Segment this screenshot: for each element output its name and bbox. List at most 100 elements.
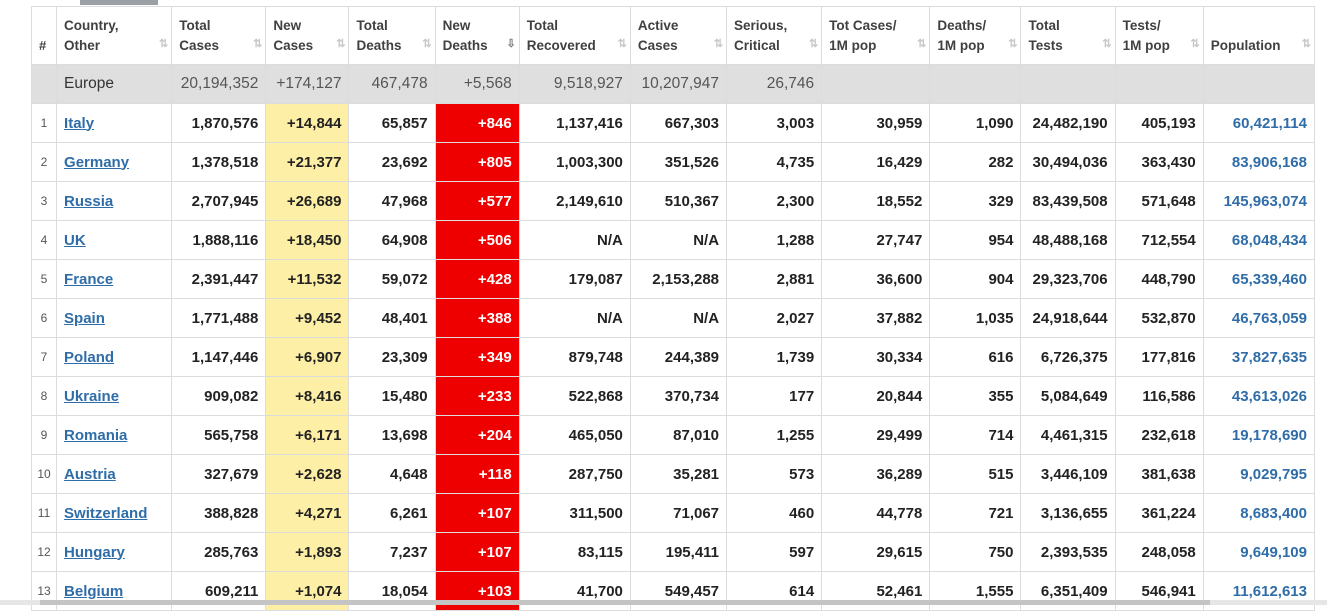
- population-cell[interactable]: 9,029,795: [1202, 454, 1316, 494]
- table-row: 12 Hungary 285,763 +1,893 7,237 +107 83,115 195…: [30, 532, 1316, 572]
- col-country-header[interactable]: Country, Other ⇅: [56, 6, 173, 65]
- cases-per-m-cell: 16,429: [821, 142, 931, 182]
- new-cases-cell: +11,532: [265, 259, 350, 299]
- col-population-header[interactable]: Population ⇅: [1202, 6, 1316, 65]
- active-cell: 2,153,288: [629, 259, 728, 299]
- sort-icon[interactable]: ⇅: [809, 34, 818, 54]
- table-row: 9 Romania 565,758 +6,171 13,698 +204 465,050 87…: [30, 415, 1316, 455]
- sort-icon[interactable]: ⇅: [1008, 34, 1017, 54]
- population-cell[interactable]: 43,613,026: [1202, 376, 1316, 416]
- country-cell: Hungary: [56, 532, 173, 572]
- population-cell[interactable]: 65,339,460: [1202, 259, 1316, 299]
- row-number: 2: [30, 142, 58, 182]
- deaths-per-m-cell: 714: [929, 415, 1022, 455]
- col-total-deaths-label-line2: Deaths: [356, 37, 402, 53]
- country-link[interactable]: Italy: [64, 115, 94, 132]
- tests-cell: 30,494,036: [1020, 142, 1116, 182]
- active-cell: 370,734: [629, 376, 728, 416]
- table-row: 7 Poland 1,147,446 +6,907 23,309 +349 879,748 2…: [30, 337, 1316, 377]
- country-link[interactable]: Switzerland: [64, 505, 147, 522]
- recovered-cell: 311,500: [518, 493, 631, 533]
- country-link[interactable]: Belgium: [64, 583, 123, 600]
- country-link[interactable]: Romania: [64, 427, 127, 444]
- col-total-cases-label-line2: Cases: [179, 37, 219, 53]
- sort-icon[interactable]: ⇅: [1302, 34, 1311, 54]
- row-number: 10: [30, 454, 58, 494]
- table-body: Europe 20,194,352 +174,127 467,478 +5,568 9,5…: [30, 64, 1316, 611]
- col-number-header[interactable]: #: [30, 6, 58, 65]
- col-serious-critical-header[interactable]: Serious, Critical ⇅: [726, 6, 823, 65]
- population-cell[interactable]: 46,763,059: [1202, 298, 1316, 338]
- country-link[interactable]: France: [64, 271, 113, 288]
- col-total-deaths-header[interactable]: Total Deaths ⇅: [348, 6, 436, 65]
- sort-icon[interactable]: ⇅: [159, 34, 168, 54]
- col-active-cases-label-line2: Cases: [637, 37, 678, 53]
- col-number-label-line1: [39, 16, 53, 36]
- population-cell[interactable]: 68,048,434: [1202, 220, 1316, 260]
- total-active-cases: 10,207,947: [629, 64, 728, 104]
- sort-icon[interactable]: ⇅: [422, 34, 431, 54]
- cases-per-m-cell: 27,747: [821, 220, 931, 260]
- serious-cell: 177: [726, 376, 823, 416]
- country-link[interactable]: UK: [64, 232, 86, 249]
- country-link[interactable]: Ukraine: [64, 388, 119, 405]
- col-total-recovered-header[interactable]: Total Recovered ⇅: [518, 6, 631, 65]
- total-cases-cell: 1,888,116: [171, 220, 267, 260]
- col-new-deaths-header[interactable]: New Deaths ⇩: [434, 6, 520, 65]
- population-cell[interactable]: 19,178,690: [1202, 415, 1316, 455]
- scrollbar-thumb[interactable]: [40, 600, 1210, 605]
- col-country-label-line1: Country,: [64, 17, 119, 33]
- col-tests-per-1m-label-line1: Tests/: [1122, 17, 1161, 33]
- row-number: 5: [30, 259, 58, 299]
- total-serious: 26,746: [726, 64, 823, 104]
- total-deaths-cell: 59,072: [348, 259, 436, 299]
- sort-icon[interactable]: ⇅: [336, 34, 345, 54]
- tests-per-m-cell: 177,816: [1114, 337, 1204, 377]
- tests-cell: 24,918,644: [1020, 298, 1116, 338]
- country-link[interactable]: Austria: [64, 466, 116, 483]
- country-link[interactable]: Poland: [64, 349, 114, 366]
- deaths-per-m-cell: 616: [929, 337, 1022, 377]
- country-cell: Italy: [56, 103, 173, 143]
- population-cell[interactable]: 9,649,109: [1202, 532, 1316, 572]
- new-cases-cell: +14,844: [265, 103, 350, 143]
- sort-icon[interactable]: ⇅: [253, 34, 262, 54]
- col-active-cases-header[interactable]: Active Cases ⇅: [629, 6, 728, 65]
- population-cell[interactable]: 8,683,400: [1202, 493, 1316, 533]
- sort-icon[interactable]: ⇅: [1191, 34, 1200, 54]
- tests-cell: 4,461,315: [1020, 415, 1116, 455]
- sort-icon[interactable]: ⇩: [507, 34, 516, 54]
- col-new-cases-header[interactable]: New Cases ⇅: [265, 6, 350, 65]
- sort-icon[interactable]: ⇅: [714, 34, 723, 54]
- tests-per-m-cell: 248,058: [1114, 532, 1204, 572]
- total-deaths-cell: 48,401: [348, 298, 436, 338]
- deaths-per-m-cell: 515: [929, 454, 1022, 494]
- sort-icon[interactable]: ⇅: [618, 34, 627, 54]
- sort-icon[interactable]: ⇅: [917, 34, 926, 54]
- col-tests-per-1m-header[interactable]: Tests/1M pop ⇅: [1114, 6, 1204, 65]
- recovered-cell: 465,050: [518, 415, 631, 455]
- col-total-cases-header[interactable]: Total Cases ⇅: [171, 6, 267, 65]
- col-cases-per-1m-header[interactable]: Tot Cases/1M pop ⇅: [821, 6, 931, 65]
- country-cell: Switzerland: [56, 493, 173, 533]
- population-cell[interactable]: 37,827,635: [1202, 337, 1316, 377]
- header-row: # Country, Other ⇅ Total Cases ⇅ New Cases ⇅ Total…: [30, 6, 1316, 65]
- col-deaths-per-1m-header[interactable]: Deaths/1M pop ⇅: [929, 6, 1022, 65]
- country-link[interactable]: Germany: [64, 154, 129, 171]
- country-link[interactable]: Spain: [64, 310, 105, 327]
- total-cases-cell: 1,378,518: [171, 142, 267, 182]
- col-total-tests-header[interactable]: Total Tests ⇅: [1020, 6, 1116, 65]
- serious-cell: 1,255: [726, 415, 823, 455]
- new-deaths-cell: +805: [434, 142, 520, 182]
- sort-icon[interactable]: ⇅: [1102, 34, 1111, 54]
- country-cell: Russia: [56, 181, 173, 221]
- horizontal-scrollbar[interactable]: [0, 600, 1327, 605]
- population-cell[interactable]: 60,421,114: [1202, 103, 1316, 143]
- country-cell: Poland: [56, 337, 173, 377]
- serious-cell: 2,300: [726, 181, 823, 221]
- total-deaths-cell: 23,309: [348, 337, 436, 377]
- country-link[interactable]: Hungary: [64, 544, 125, 561]
- population-cell[interactable]: 83,906,168: [1202, 142, 1316, 182]
- country-link[interactable]: Russia: [64, 193, 113, 210]
- population-cell[interactable]: 145,963,074: [1202, 181, 1316, 221]
